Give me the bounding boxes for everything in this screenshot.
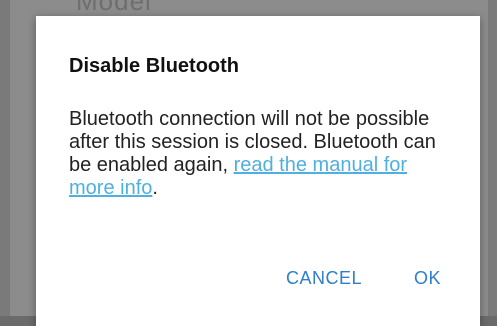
ok-button[interactable]: OK [414, 268, 441, 289]
dialog-actions: CANCEL OK [36, 268, 480, 298]
dialog-title: Disable Bluetooth [69, 55, 240, 77]
disable-bluetooth-dialog: Disable Bluetooth Bluetooth connection w… [36, 16, 480, 326]
dialog-message: Bluetooth connection will not be possibl… [69, 108, 454, 200]
cancel-button[interactable]: CANCEL [286, 268, 362, 289]
dialog-message-end: . [152, 177, 158, 199]
background-text: Model [76, 0, 152, 16]
